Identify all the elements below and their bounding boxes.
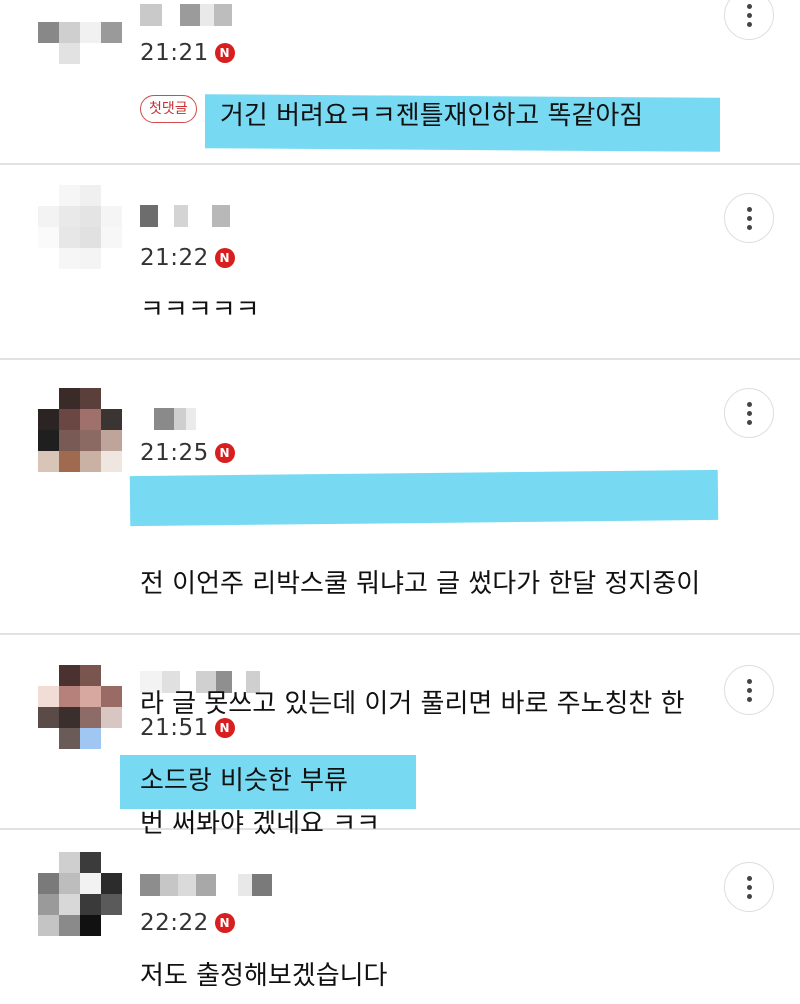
avatar[interactable] [38,185,122,269]
comment-text: 소드랑 비슷한 부류 [140,766,348,796]
avatar[interactable] [38,665,122,749]
nickname[interactable] [140,408,196,430]
naver-n-badge-icon: N [214,248,235,268]
comment-time: 21:22 N [140,245,235,271]
avatar[interactable] [38,388,122,472]
comment-text-line: 번 써봐야 겠네요 ㅋㅋ [140,809,381,839]
naver-n-badge-icon: N [214,43,235,63]
comment-item: 21:22 N ㅋㅋㅋㅋㅋ [0,165,800,360]
more-vertical-icon [746,3,752,27]
time-label: 21:21 [140,40,209,66]
nickname[interactable] [140,4,232,26]
more-vertical-icon [746,875,752,899]
more-options-button[interactable] [724,0,774,40]
first-comment-badge: 첫댓글 [140,95,197,123]
naver-n-badge-icon: N [214,443,235,463]
avatar[interactable] [38,852,122,936]
more-vertical-icon [746,206,752,230]
comment-text: 전 이언주 리박스쿨 뭐냐고 글 썼다가 한달 정지중이 라 글 못쓰고 있는데… [140,484,700,924]
comment-item: 21:25 N 전 이언주 리박스쿨 뭐냐고 글 썼다가 한달 정지중이 라 글… [0,360,800,839]
comment-item: 21:21 N 첫댓글 거긴 버려요ㅋㅋ젠틀재인하고 똑같아짐 [0,0,800,165]
comment-time: 21:21 N [140,40,235,66]
more-options-button[interactable] [724,862,774,912]
more-options-button[interactable] [724,388,774,438]
comment-text-line: 라 글 못쓰고 있는데 이거 풀리면 바로 주노칭찬 한 [140,689,685,719]
time-label: 21:25 [140,440,209,466]
comment-text-line: 전 이언주 리박스쿨 뭐냐고 글 썼다가 한달 정지중이 [140,569,701,599]
time-label: 21:22 [140,245,209,271]
more-vertical-icon [746,401,752,425]
more-vertical-icon [746,678,752,702]
more-options-button[interactable] [724,193,774,243]
nickname[interactable] [140,205,230,227]
comment-time: 21:25 N [140,440,235,466]
comment-text: 저도 출정해보겠습니다 [140,961,388,991]
more-options-button[interactable] [724,665,774,715]
comment-text: 거긴 버려요ㅋㅋ젠틀재인하고 똑같아짐 [220,101,644,131]
avatar[interactable] [38,0,122,64]
comment-text: ㅋㅋㅋㅋㅋ [140,295,260,325]
